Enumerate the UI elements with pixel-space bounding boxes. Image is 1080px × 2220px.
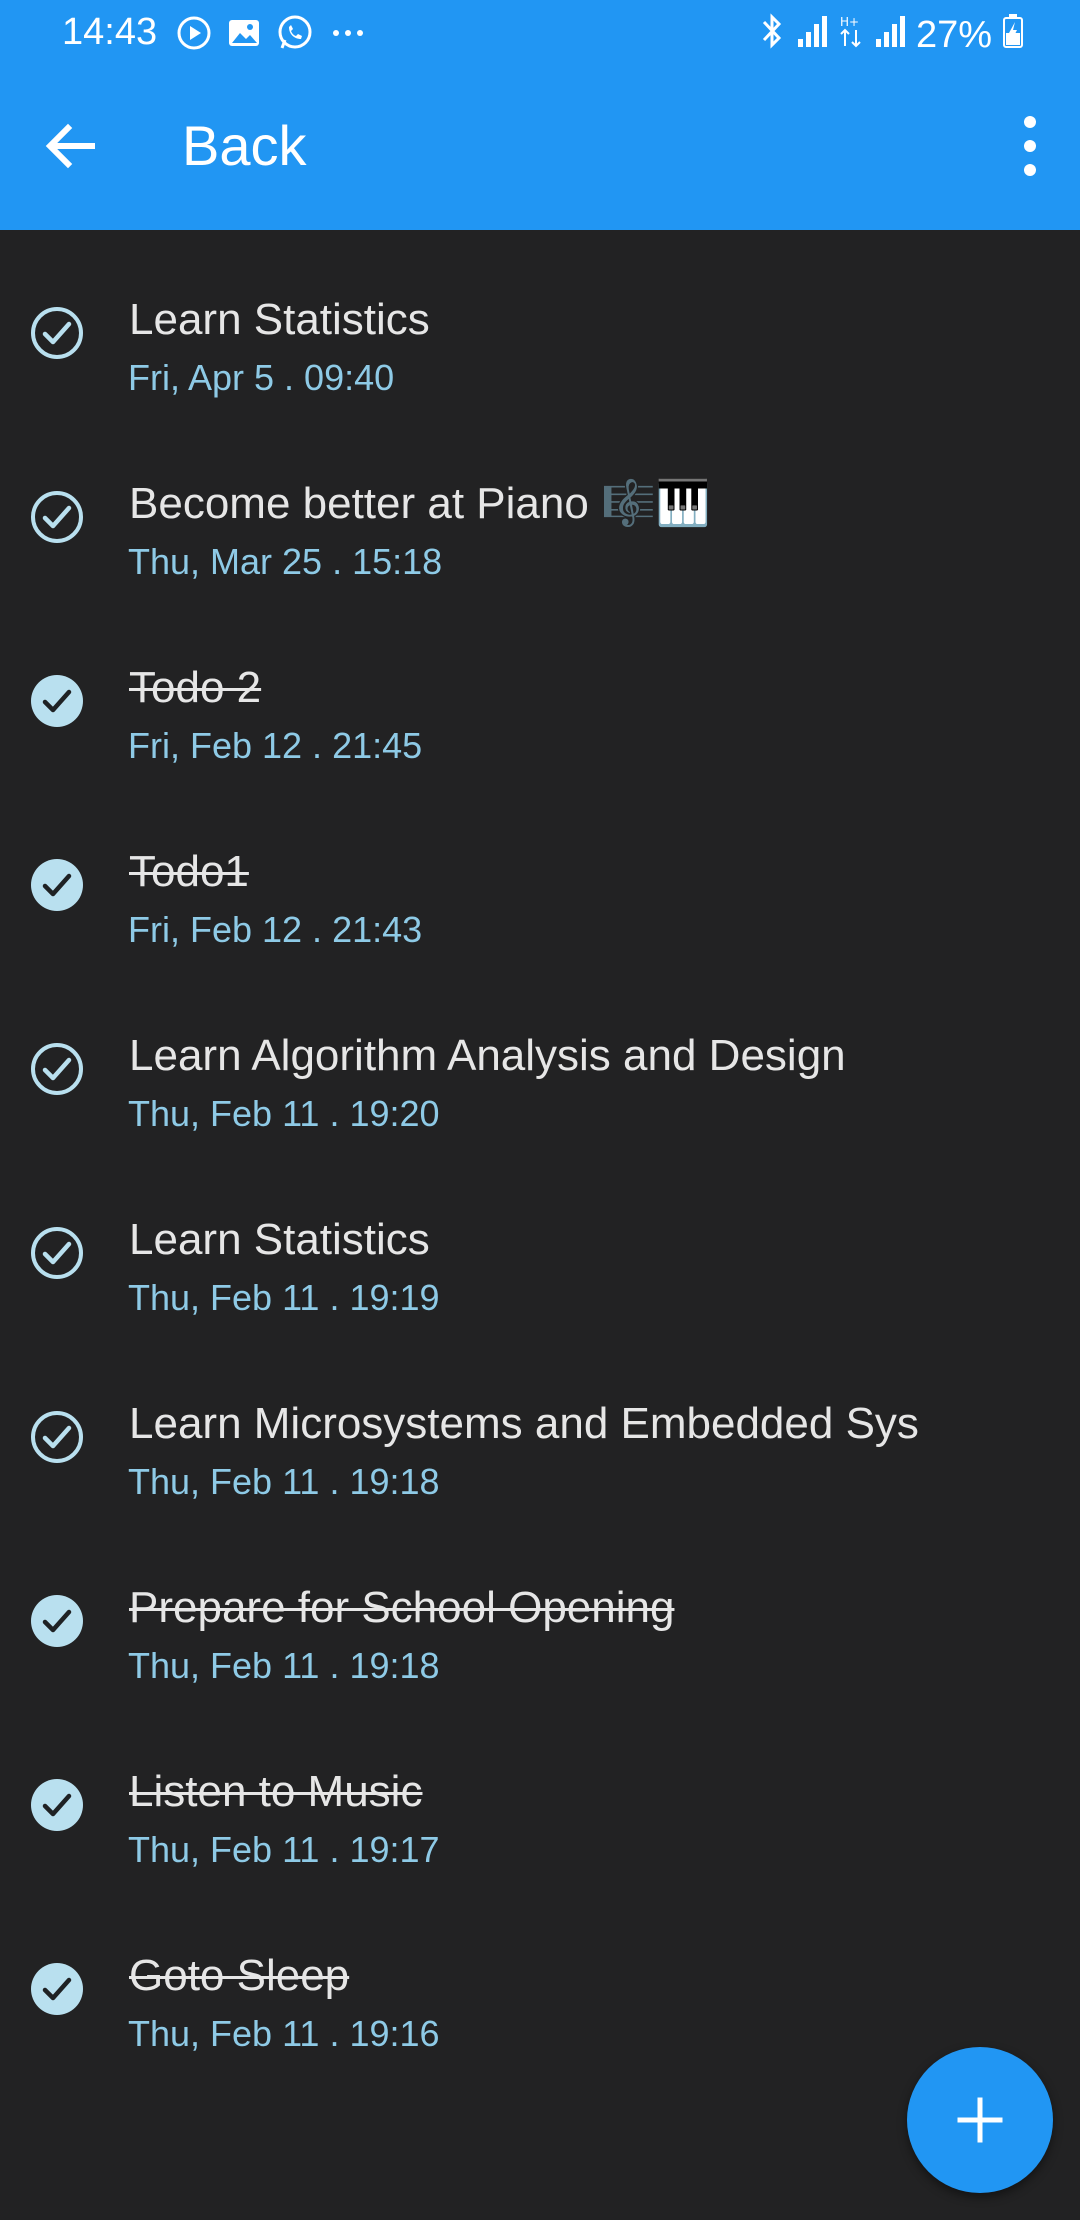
check-outline-icon[interactable] [30, 1410, 84, 1464]
todo-list: Learn Statistics Fri, Apr 5 . 09:40 Become… [0, 230, 1080, 2220]
todo-title: Listen to Music [129, 1767, 423, 1816]
todo-date: Fri, Feb 12 . 21:45 [128, 725, 423, 766]
todo-title: Todo1 [129, 847, 249, 896]
todo-title: Prepare for School Opening [129, 1583, 675, 1632]
todo-date: Thu, Feb 11 . 19:18 [128, 1461, 440, 1502]
whatsapp-icon [276, 14, 314, 57]
bluetooth-icon [758, 12, 786, 58]
toolbar: Back [0, 66, 1080, 230]
check-outline-icon[interactable] [30, 1226, 84, 1280]
svg-text:H+: H+ [840, 15, 859, 29]
signal-icon [874, 13, 906, 57]
arrow-left-icon [45, 123, 95, 169]
check-filled-icon[interactable] [30, 1962, 84, 2016]
status-bar: 14:43 H+ 27% [0, 0, 1080, 66]
todo-title: Todo 2 [129, 663, 262, 712]
check-filled-icon[interactable] [30, 1778, 84, 1832]
todo-date: Thu, Feb 11 . 19:18 [128, 1645, 440, 1686]
todo-title: Learn Microsystems and Embedded Sys [129, 1399, 919, 1448]
todo-title: Learn Statistics [129, 295, 430, 344]
check-outline-icon[interactable] [30, 306, 84, 360]
todo-date: Thu, Mar 25 . 15:18 [128, 541, 443, 582]
todo-item[interactable]: Learn Statistics Fri, Apr 5 . 09:40 [0, 230, 1080, 414]
todo-date: Thu, Feb 11 . 19:17 [128, 1829, 440, 1870]
todo-title: Goto Sleep [129, 1951, 350, 2000]
overflow-menu-button[interactable] [1002, 112, 1058, 180]
system-status: H+ 27% [758, 12, 1024, 58]
todo-title: Learn Algorithm Analysis and Design [129, 1031, 846, 1080]
data-transfer-icon: H+ [838, 13, 864, 57]
todo-title: Become better at Piano 🎼🎹 [129, 479, 711, 528]
check-filled-icon[interactable] [30, 858, 84, 912]
todo-item[interactable]: Todo 2 Fri, Feb 12 . 21:45 [0, 598, 1080, 782]
gallery-icon [226, 15, 262, 56]
todo-item[interactable]: Learn Statistics Thu, Feb 11 . 19:19 [0, 1150, 1080, 1334]
plus-icon [957, 2097, 1003, 2143]
todo-item[interactable]: Listen to Music Thu, Feb 11 . 19:17 [0, 1702, 1080, 1886]
battery-charging-icon [1002, 13, 1024, 57]
todo-date: Fri, Feb 12 . 21:43 [128, 909, 423, 950]
play-icon [176, 15, 212, 56]
todo-date: Thu, Feb 11 . 19:19 [128, 1277, 440, 1318]
back-button[interactable] [40, 114, 104, 178]
status-time: 14:43 [62, 11, 158, 53]
todo-item[interactable]: Prepare for School Opening Thu, Feb 11 . … [0, 1518, 1080, 1702]
todo-item[interactable]: Learn Microsystems and Embedded Sys Thu, … [0, 1334, 1080, 1518]
check-filled-icon[interactable] [30, 1594, 84, 1648]
battery-level: 27% [915, 14, 992, 56]
app-bar: 14:43 H+ 27% Back [0, 0, 1080, 230]
toolbar-title: Back [182, 114, 307, 177]
signal-icon [796, 13, 828, 57]
add-todo-button[interactable] [907, 2047, 1053, 2193]
todo-item[interactable]: Goto Sleep Thu, Feb 11 . 19:16 [0, 1886, 1080, 2070]
todo-item[interactable]: Learn Algorithm Analysis and Design Thu, … [0, 966, 1080, 1150]
todo-item[interactable]: Todo1 Fri, Feb 12 . 21:43 [0, 782, 1080, 966]
check-outline-icon[interactable] [30, 490, 84, 544]
more-vert-icon [1024, 116, 1036, 176]
todo-title: Learn Statistics [129, 1215, 430, 1264]
todo-date: Fri, Apr 5 . 09:40 [128, 357, 395, 398]
todo-item[interactable]: Become better at Piano 🎼🎹 Thu, Mar 25 . 1… [0, 414, 1080, 598]
notification-icons [176, 14, 368, 57]
check-filled-icon[interactable] [30, 674, 84, 728]
more-notifications-icon [328, 15, 368, 56]
check-outline-icon[interactable] [30, 1042, 84, 1096]
todo-date: Thu, Feb 11 . 19:16 [128, 2013, 440, 2054]
todo-date: Thu, Feb 11 . 19:20 [128, 1093, 440, 1134]
